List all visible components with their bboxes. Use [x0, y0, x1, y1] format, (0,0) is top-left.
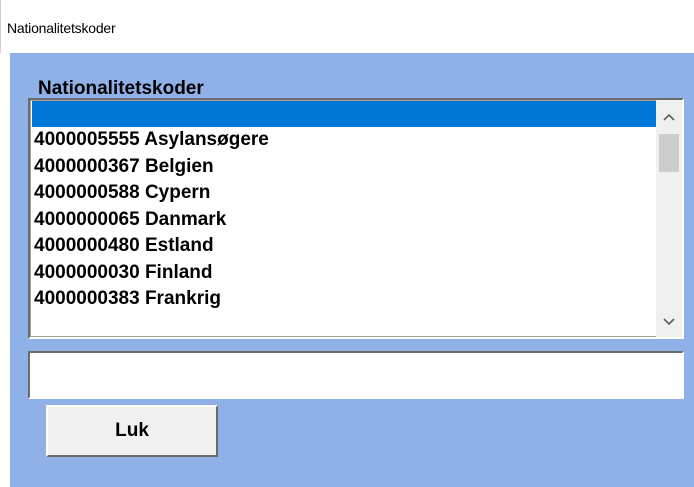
nationality-listbox[interactable]: 4000005555 Asylansøgere 4000000367 Belgi… [28, 98, 684, 339]
chevron-down-icon [663, 318, 675, 326]
list-item[interactable]: 4000000367 Belgien [32, 154, 656, 181]
close-button[interactable]: Luk [46, 405, 218, 457]
list-item[interactable]: 4000005555 Asylansøgere [32, 127, 656, 154]
group-label: Nationalitetskoder [38, 78, 204, 99]
list-item[interactable]: 4000000480 Estland [32, 233, 656, 260]
title-bar: Nationalitetskoder [0, 0, 694, 53]
list-item[interactable]: 4000000030 Finland [32, 260, 656, 287]
vertical-scrollbar[interactable] [656, 100, 682, 337]
list-item[interactable]: 4000000383 Frankrig [32, 286, 656, 313]
code-input[interactable] [28, 351, 684, 399]
scroll-thumb[interactable] [659, 134, 679, 172]
list-item[interactable]: 4000000065 Danmark [32, 207, 656, 234]
list-item[interactable]: 4000000588 Cypern [32, 180, 656, 207]
scroll-up-button[interactable] [656, 104, 682, 130]
list-item[interactable] [32, 101, 656, 127]
window: Nationalitetskoder Nationalitetskoder 40… [0, 0, 694, 487]
chevron-up-icon [663, 113, 675, 121]
scroll-down-button[interactable] [656, 309, 682, 335]
window-title: Nationalitetskoder [7, 20, 116, 36]
list-items: 4000005555 Asylansøgere 4000000367 Belgi… [32, 101, 656, 313]
